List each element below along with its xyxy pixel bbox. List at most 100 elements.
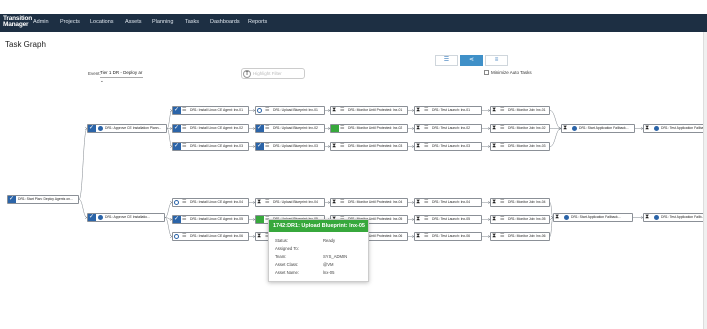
tooltip-asset-name-label: Asset Name: (275, 270, 299, 275)
task-node-label: DR1: Test Launch: lnx-01 (432, 108, 471, 112)
task-node-label: DR1: Test Launch: lnx-05 (432, 217, 471, 221)
task-node[interactable]: ☰ DR1: Install Linux CE Agent: lnx-06 (172, 232, 249, 241)
task-node[interactable]: ☰DR1: Monitor Job: lnx-03 (490, 142, 550, 151)
task-node-label: DR1: Start Application Failback... (579, 126, 629, 130)
dependency-edge (78, 199, 88, 218)
list-icon: ☰ (424, 107, 429, 113)
started-icon (256, 216, 264, 223)
checkmark-icon (256, 125, 264, 132)
user-icon (564, 215, 569, 220)
list-icon: ☰ (182, 233, 187, 239)
list-icon: ☰ (182, 107, 187, 113)
user-icon (572, 126, 577, 131)
task-node[interactable]: ☰DR1: Upload Blueprint: lnx-02 (255, 124, 325, 133)
task-node[interactable]: ☰DR1: Monitor Until Protected: lnx-04 (330, 198, 408, 207)
user-icon (654, 215, 659, 220)
task-node[interactable]: DR1: Test Application Failb... (643, 213, 707, 222)
tooltip-title: 1742:DR1: Upload Blueprint: lnx-05 (269, 220, 368, 232)
list-icon: ☰ (182, 143, 187, 149)
task-node-label: DR1: Install Linux CE Agent: lnx-05 (190, 217, 243, 221)
task-node[interactable]: ☰DR1: Monitor Job: lnx-04 (490, 198, 550, 207)
list-icon: ☰ (340, 107, 345, 113)
task-node[interactable]: DR1: Approve CE Installation Plann... (87, 124, 167, 133)
task-node[interactable]: ☰DR1: Test Launch: lnx-06 (414, 232, 482, 241)
checkmark-icon (173, 107, 181, 114)
task-node-label: DR1: Install Linux CE Agent: lnx-01 (190, 108, 243, 112)
task-node[interactable]: ☰DR1: Test Launch: lnx-02 (414, 124, 482, 133)
task-node[interactable]: ☰DR1: Test Launch: lnx-04 (414, 198, 482, 207)
task-node[interactable]: ☰ DR1: Install Linux CE Agent: lnx-04 (172, 198, 249, 207)
task-node[interactable]: ☰DR1: Install Linux CE Agent: lnx-05 (172, 215, 249, 224)
hourglass-icon (415, 143, 423, 150)
hourglass-icon (415, 216, 423, 223)
task-node[interactable]: ☰DR1: Upload Blueprint: lnx-04 (255, 198, 325, 207)
hourglass-icon (491, 107, 499, 114)
list-icon: ☰ (265, 107, 270, 113)
task-node-label: DR1: Monitor Job: lnx-04 (508, 200, 546, 204)
list-icon: ☰ (424, 233, 429, 239)
checkmark-icon (173, 216, 181, 223)
task-node[interactable]: ☰DR1: Monitor Job: lnx-01 (490, 106, 550, 115)
task-node[interactable]: ☰DR1: Monitor Until Protected: lnx-03 (330, 142, 408, 151)
list-icon: ☰ (424, 199, 429, 205)
task-node[interactable]: DR1: Start Application Failback... (561, 124, 635, 133)
task-node-label: DR1: Test Launch: lnx-02 (432, 126, 471, 130)
list-icon: ☰ (340, 199, 345, 205)
task-node[interactable]: ☰DR1: Upload Blueprint: lnx-03 (255, 142, 325, 151)
task-node[interactable]: DR1: Approve CE Installatio... (87, 213, 165, 222)
tooltip-assigned-label: Assigned To: (275, 246, 299, 251)
list-icon: ☰ (265, 199, 270, 205)
tooltip-asset-class-label: Asset Class: (275, 262, 299, 267)
hourglass-icon (331, 199, 339, 206)
hourglass-icon (491, 216, 499, 223)
task-node[interactable]: ☰DR1: Test Launch: lnx-01 (414, 106, 482, 115)
hourglass-icon (491, 233, 499, 240)
list-icon: ☰ (182, 125, 187, 131)
hourglass-icon (256, 199, 264, 206)
dependency-edge (549, 110, 562, 129)
task-node[interactable]: ☰DR1: Test Launch: lnx-03 (414, 142, 482, 151)
task-node[interactable]: ☰DR1: Monitor Job: lnx-05 (490, 215, 550, 224)
task-node-label: DR1: Test Application Failback... (661, 126, 707, 130)
list-icon: ☰ (500, 233, 505, 239)
task-node[interactable]: DR1: Start Application Failback... (553, 213, 633, 222)
list-icon: ☰ (424, 216, 429, 222)
circle-icon (173, 199, 181, 206)
task-node-label: DR1: Upload Blueprint: lnx-02 (273, 126, 318, 130)
task-node-label: DR1: Monitor Until Protected: lnx-02 (348, 126, 403, 130)
task-node[interactable]: ☰ DR1: Monitor Until Protected: lnx-02 (330, 124, 408, 133)
list-icon: ☰ (500, 199, 505, 205)
task-node[interactable]: ☰DR1: Install Linux CE Agent: lnx-01 (172, 106, 249, 115)
hourglass-icon (644, 214, 652, 221)
tooltip-status-value: Ready (323, 238, 336, 243)
task-node-label: DR1: Monitor Job: lnx-05 (508, 217, 546, 221)
task-node[interactable]: ☰ DR1: Upload Blueprint: lnx-01 (255, 106, 325, 115)
tooltip-team-label: Team: (275, 254, 287, 259)
task-node-label: DR1: Upload Blueprint: lnx-01 (273, 108, 318, 112)
task-node[interactable]: DR1: Test Application Failback... (643, 124, 707, 133)
task-node-label: DR1: Monitor Job: lnx-06 (508, 234, 546, 238)
task-node[interactable]: ☰DR1: Install Linux CE Agent: lnx-02 (172, 124, 249, 133)
checkmark-icon (173, 143, 181, 150)
vertical-scrollbar[interactable] (703, 32, 707, 329)
task-node-label: DR1: Install Linux CE Agent: lnx-03 (190, 144, 243, 148)
task-node-label: DR1: Upload Blueprint: lnx-03 (273, 144, 318, 148)
hourglass-icon (415, 125, 423, 132)
user-icon (654, 126, 659, 131)
task-node-label: DR1: Test Launch: lnx-06 (432, 234, 471, 238)
list-icon: ☰ (500, 125, 505, 131)
task-node[interactable]: ☰DR1: Test Launch: lnx-05 (414, 215, 482, 224)
task-node[interactable]: ☰DR1: Monitor Until Protected: lnx-01 (330, 106, 408, 115)
task-node-label: DR1: Monitor Job: lnx-01 (508, 108, 546, 112)
task-tooltip: 1742:DR1: Upload Blueprint: lnx-05 Statu… (268, 219, 369, 282)
task-node-label: DR1: Install Linux CE Agent: lnx-02 (190, 126, 243, 130)
hourglass-icon (331, 107, 339, 114)
task-node[interactable]: ☰DR1: Install Linux CE Agent: lnx-03 (172, 142, 249, 151)
task-node[interactable]: ☰DR1: Monitor Job: lnx-02 (490, 124, 550, 133)
task-node[interactable]: DR1: Start Plan: Deploy Agents on... (7, 195, 79, 204)
task-node-label: DR1: Test Launch: lnx-03 (432, 144, 471, 148)
task-node[interactable]: ☰DR1: Monitor Job: lnx-06 (490, 232, 550, 241)
task-node-label: DR1: Approve CE Installatio... (105, 215, 150, 219)
hourglass-icon (256, 233, 264, 240)
hourglass-icon (415, 199, 423, 206)
